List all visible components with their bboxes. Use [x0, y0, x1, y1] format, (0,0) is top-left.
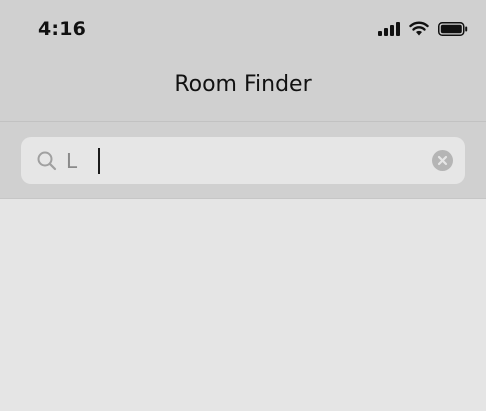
wifi-icon [409, 21, 429, 40]
battery-icon [438, 21, 468, 40]
status-time: 4:16 [38, 18, 87, 40]
app-screen: 4:16 Room Finder L [0, 0, 486, 411]
nav-divider [0, 121, 486, 122]
signal-icon [378, 21, 400, 40]
clear-button[interactable] [432, 150, 453, 171]
text-cursor [98, 148, 100, 174]
search-value[interactable]: L [66, 149, 77, 173]
search-icon [36, 150, 58, 172]
page-title: Room Finder [174, 72, 312, 97]
results-area [0, 199, 486, 411]
search-input[interactable]: L [21, 137, 465, 184]
status-icons [378, 20, 468, 40]
header-area: 4:16 Room Finder L [0, 0, 486, 198]
status-bar: 4:16 [0, 0, 486, 58]
clear-icon [437, 155, 448, 166]
